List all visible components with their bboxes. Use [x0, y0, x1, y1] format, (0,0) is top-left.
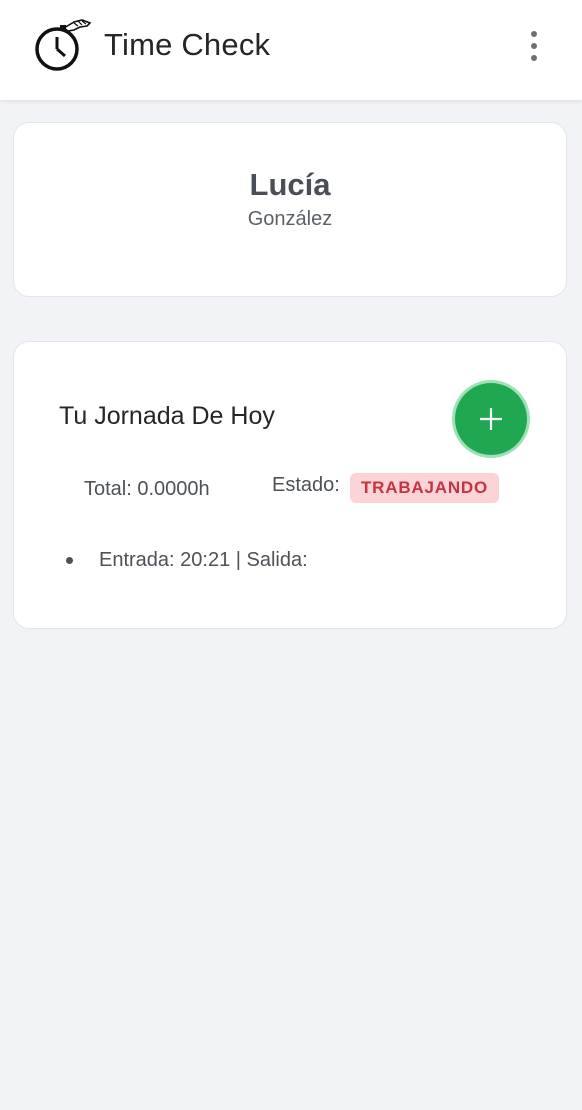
today-card: Tu Jornada De Hoy Total: 0.0000h Estado:…: [13, 341, 567, 629]
status-label: Estado:: [272, 474, 340, 496]
stopwatch-hand-icon: [30, 16, 94, 76]
profile-card: Lucía González: [13, 122, 567, 297]
today-title: Tu Jornada De Hoy: [59, 402, 275, 430]
app-bar: Time Check: [0, 0, 582, 100]
user-first-name: Lucía: [249, 167, 331, 202]
entry-list: Entrada: 20:21 | Salida:: [66, 549, 308, 572]
total-hours: Total: 0.0000h: [84, 478, 210, 500]
user-last-name: González: [247, 208, 333, 230]
app-title: Time Check: [104, 27, 271, 62]
entry-text: Entrada: 20:21 | Salida:: [99, 549, 308, 571]
more-vert-icon[interactable]: [514, 26, 554, 66]
status-badge: TRABAJANDO: [350, 473, 499, 503]
add-entry-button[interactable]: [455, 383, 527, 455]
plus-icon: [480, 408, 502, 430]
bullet-icon: [66, 557, 73, 564]
list-item: Entrada: 20:21 | Salida:: [66, 549, 308, 572]
